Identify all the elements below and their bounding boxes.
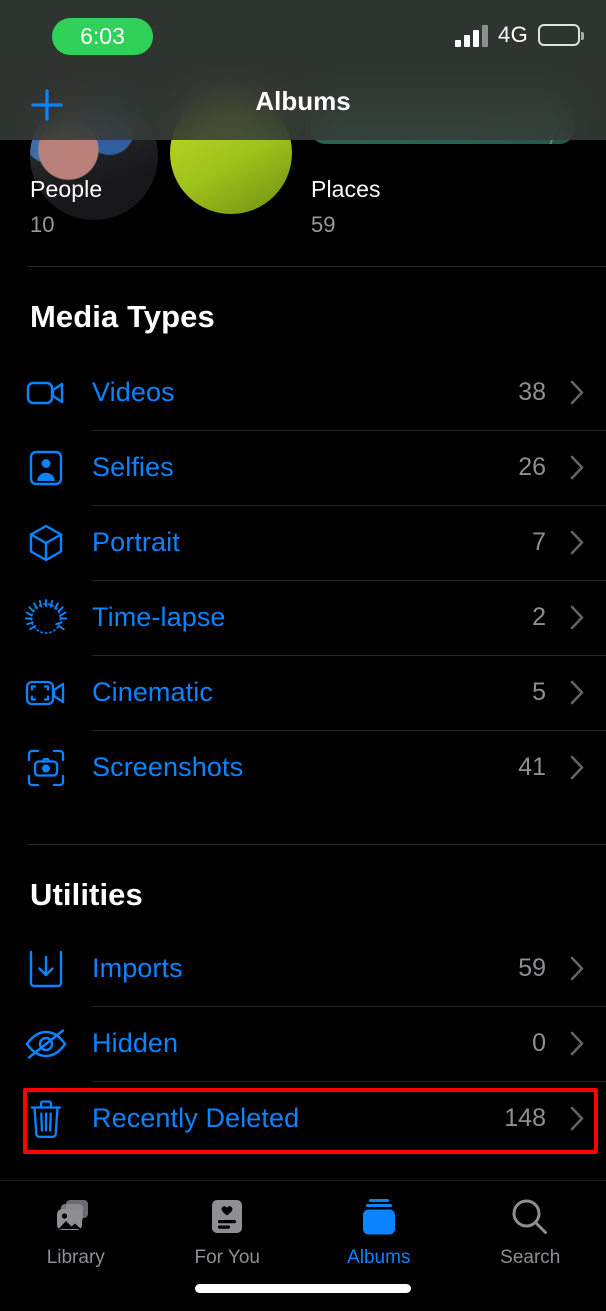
photo-stack-icon [56,1195,96,1239]
row-videos-label: Videos [92,377,175,407]
navigation-title-row: Albums [0,72,606,140]
row-screenshots[interactable]: Screenshots 41 [0,730,606,805]
chevron-right-icon [560,529,594,556]
import-tray-icon [0,950,92,988]
row-videos-count: 38 [518,378,546,406]
row-recently-deleted[interactable]: Recently Deleted 148 [0,1081,606,1156]
chevron-right-icon [560,1030,594,1057]
navigation-bar: 6:03 4G Albums [0,0,606,140]
row-cinematic-count: 5 [532,678,546,706]
album-tile-people[interactable]: People 10 [30,176,102,238]
row-videos[interactable]: Videos 38 [0,355,606,430]
cellular-signal-icon [455,23,489,47]
tab-for-you[interactable]: For You [152,1181,304,1281]
tab-for-you-label: For You [194,1247,261,1268]
section-divider-utilities [28,844,606,845]
row-imports-label: Imports [92,953,183,983]
trash-icon [0,1099,92,1139]
tab-library[interactable]: Library [0,1181,152,1281]
status-indicators: 4G [455,22,584,48]
row-time-lapse-count: 2 [532,603,546,631]
tab-albums[interactable]: Albums [303,1181,455,1281]
magnifier-icon [511,1195,549,1239]
albums-scroll-content[interactable]: People 10 Places 59 Media Types Videos 3… [0,0,606,1311]
chevron-right-icon [560,679,594,706]
screenshot-camera-icon [0,749,92,787]
section-title-media-types: Media Types [30,299,215,334]
status-time: 6:03 [52,18,153,55]
video-camera-icon [0,378,92,408]
page-title: Albums [255,86,351,116]
row-recently-deleted-label: Recently Deleted [92,1103,300,1133]
album-tile-places-label: Places [311,176,381,202]
row-time-lapse-label: Time-lapse [92,602,226,632]
tab-albums-label: Albums [347,1247,411,1268]
row-imports-count: 59 [518,954,546,982]
row-cinematic-label: Cinematic [92,677,213,707]
photos-albums-screen: People 10 Places 59 Media Types Videos 3… [0,0,606,1311]
row-screenshots-label: Screenshots [92,752,244,782]
chevron-right-icon [560,454,594,481]
row-portrait[interactable]: Portrait 7 [0,505,606,580]
row-selfies[interactable]: Selfies 26 [0,430,606,505]
person-in-frame-icon [0,450,92,486]
section-title-utilities: Utilities [30,877,143,912]
chevron-right-icon [560,604,594,631]
cube-icon [0,523,92,563]
home-indicator[interactable] [195,1284,411,1293]
status-bar: 6:03 4G [0,0,606,72]
eye-slash-icon [0,1028,92,1060]
row-portrait-count: 7 [532,528,546,556]
tab-library-label: Library [46,1247,105,1268]
timelapse-icon [0,597,92,639]
albums-stack-icon [361,1195,397,1239]
album-tile-places[interactable]: Places 59 [311,176,381,238]
row-portrait-label: Portrait [92,527,180,557]
row-hidden-count: 0 [532,1029,546,1057]
album-tile-places-count: 59 [311,212,336,237]
row-selfies-count: 26 [518,453,546,481]
tab-bar: Library For You Albums Search [0,1180,606,1311]
row-hidden[interactable]: Hidden 0 [0,1006,606,1081]
tab-search[interactable]: Search [455,1181,606,1281]
tab-search-label: Search [500,1247,561,1268]
heart-card-icon [210,1195,244,1239]
chevron-right-icon [560,379,594,406]
row-time-lapse[interactable]: Time-lapse 2 [0,580,606,655]
battery-icon [538,24,584,46]
cinematic-video-icon [0,678,92,708]
section-divider-media-types [28,266,606,267]
chevron-right-icon [560,955,594,982]
album-tile-people-label: People [30,176,103,202]
row-selfies-label: Selfies [92,452,174,482]
row-cinematic[interactable]: Cinematic 5 [0,655,606,730]
row-hidden-label: Hidden [92,1028,179,1058]
network-type-label: 4G [498,22,528,47]
row-recently-deleted-count: 148 [504,1104,546,1132]
chevron-right-icon [560,1105,594,1132]
chevron-right-icon [560,754,594,781]
album-tile-people-count: 10 [30,212,55,237]
row-imports[interactable]: Imports 59 [0,931,606,1006]
row-screenshots-count: 41 [518,753,546,781]
